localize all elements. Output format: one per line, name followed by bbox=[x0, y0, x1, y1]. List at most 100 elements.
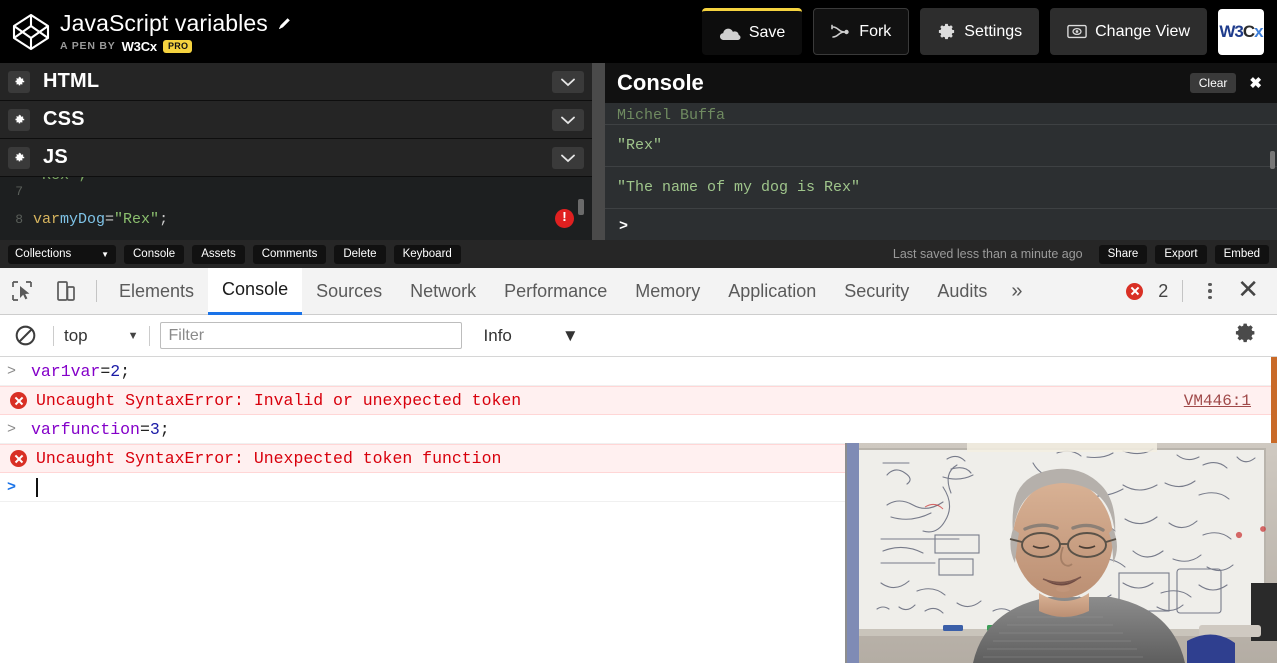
devtools-tabbar: Elements Console Sources Network Performance… bbox=[0, 267, 1277, 315]
error-circle-icon bbox=[10, 450, 27, 467]
tab-application[interactable]: Application bbox=[714, 268, 830, 315]
settings-button[interactable]: Settings bbox=[920, 8, 1040, 55]
console-input-row[interactable]: > var function = 3; bbox=[0, 415, 1277, 444]
logo-part-1: W3 bbox=[1219, 21, 1243, 41]
codepen-console-output[interactable]: Michel Buffa "Rex" "The name of my dog i… bbox=[605, 103, 1277, 240]
author-name[interactable]: W3Cx bbox=[122, 39, 158, 54]
tab-console[interactable]: Console bbox=[208, 267, 303, 315]
code-token: = bbox=[105, 210, 115, 228]
console-token: 3 bbox=[149, 419, 160, 439]
close-icon[interactable]: ✖ bbox=[1242, 72, 1269, 94]
instructor-video-overlay[interactable] bbox=[845, 443, 1277, 663]
error-circle-icon bbox=[10, 392, 27, 409]
tab-elements[interactable]: Elements bbox=[105, 268, 208, 315]
collections-label: Collections bbox=[15, 248, 72, 260]
fork-button[interactable]: Fork bbox=[813, 8, 910, 55]
clear-console-icon[interactable] bbox=[8, 324, 43, 347]
codepen-workspace: HTML CSS JS "Re bbox=[0, 63, 1277, 240]
kebab-menu-icon[interactable] bbox=[1197, 282, 1223, 300]
footer-button-console[interactable]: Console bbox=[124, 244, 185, 264]
webcam-frame bbox=[847, 443, 1277, 663]
source-link[interactable]: VM446:1 bbox=[1184, 392, 1251, 410]
editor-header-css[interactable]: CSS bbox=[0, 101, 592, 139]
footer-button-assets[interactable]: Assets bbox=[192, 244, 245, 264]
console-token: var bbox=[31, 419, 61, 439]
panel-splitter[interactable] bbox=[592, 63, 605, 240]
footer-button-delete[interactable]: Delete bbox=[334, 244, 386, 264]
console-clear-button[interactable]: Clear bbox=[1189, 73, 1237, 93]
caret-down-icon: ▼ bbox=[561, 325, 579, 345]
change-view-button-label: Change View bbox=[1095, 22, 1190, 40]
code-token: "Rex" bbox=[114, 210, 160, 228]
error-circle-icon bbox=[1126, 282, 1144, 300]
console-token: ; bbox=[159, 419, 170, 439]
console-token: 1var bbox=[60, 361, 101, 381]
tab-network[interactable]: Network bbox=[396, 268, 490, 315]
code-line[interactable]: 8 var myDog = "Rex"; bbox=[0, 205, 592, 233]
code-token: var bbox=[33, 210, 61, 228]
chevron-down-icon[interactable] bbox=[552, 109, 584, 131]
editor-header-js[interactable]: JS bbox=[0, 139, 592, 177]
gear-icon[interactable] bbox=[8, 108, 30, 131]
codepen-logo-icon[interactable] bbox=[8, 9, 54, 55]
gear-icon[interactable] bbox=[1233, 321, 1269, 350]
chevron-down-icon[interactable] bbox=[552, 71, 584, 93]
js-code-area[interactable]: "Rex"; 78var myDog = "Rex"; ! bbox=[0, 177, 592, 240]
console-token: function bbox=[60, 419, 140, 439]
share-button[interactable]: Share bbox=[1098, 244, 1148, 264]
code-clipped-text: "Rex"; bbox=[33, 177, 87, 184]
save-button[interactable]: Save bbox=[701, 8, 803, 55]
chevron-down-icon[interactable] bbox=[552, 147, 584, 169]
codepen-actions: Save Fork Settings Change View W3Cx bbox=[701, 8, 1277, 55]
editor-error-marker[interactable]: ! bbox=[555, 209, 574, 228]
tab-sources[interactable]: Sources bbox=[302, 268, 396, 315]
console-row: Michel Buffa bbox=[605, 103, 1277, 125]
inspect-cursor-icon[interactable] bbox=[0, 268, 44, 315]
console-scrollbar[interactable] bbox=[1270, 151, 1275, 169]
console-error-row[interactable]: Uncaught SyntaxError: Invalid or unexpec… bbox=[0, 386, 1277, 415]
gear-icon[interactable] bbox=[8, 70, 30, 93]
account-logo[interactable]: W3Cx bbox=[1218, 8, 1264, 55]
editor-scrollbar[interactable] bbox=[578, 199, 584, 215]
caret-down-icon: ▼ bbox=[127, 329, 139, 342]
code-token: myDog bbox=[60, 210, 106, 228]
footer-button-keyboard[interactable]: Keyboard bbox=[393, 244, 461, 264]
console-prompt-caret: > bbox=[7, 478, 17, 496]
tab-performance[interactable]: Performance bbox=[490, 268, 621, 315]
editor-header-html[interactable]: HTML bbox=[0, 63, 592, 101]
console-row: "The name of my dog is Rex" bbox=[605, 167, 1277, 209]
execution-context-dropdown[interactable]: top ▼ bbox=[64, 326, 139, 346]
embed-button[interactable]: Embed bbox=[1214, 244, 1269, 264]
editor-label-css: CSS bbox=[43, 108, 85, 130]
tab-security[interactable]: Security bbox=[830, 268, 923, 315]
chevrons-right-icon[interactable]: » bbox=[1001, 280, 1032, 303]
byline-label: A PEN BY bbox=[60, 40, 116, 52]
filterbar-divider bbox=[148, 325, 150, 346]
filter-input[interactable] bbox=[159, 322, 462, 349]
tab-audits[interactable]: Audits bbox=[923, 268, 1001, 315]
console-prompt-caret: > bbox=[7, 362, 17, 380]
fork-icon bbox=[831, 24, 851, 40]
log-level-dropdown[interactable]: Info ▼ bbox=[484, 326, 579, 346]
status-badge[interactable]: 2 bbox=[1123, 281, 1168, 302]
footer-button-comments[interactable]: Comments bbox=[252, 244, 327, 264]
change-view-button[interactable]: Change View bbox=[1050, 8, 1207, 55]
device-toolbar-icon[interactable] bbox=[44, 268, 88, 315]
gear-icon[interactable] bbox=[8, 146, 30, 169]
log-level-value: Info bbox=[483, 325, 512, 345]
console-error-text: Uncaught SyntaxError: Invalid or unexpec… bbox=[36, 391, 522, 410]
codepen-console-title: Console bbox=[617, 70, 704, 95]
line-number: 8 bbox=[15, 211, 23, 227]
export-button[interactable]: Export bbox=[1155, 244, 1207, 264]
filterbar-divider bbox=[53, 325, 54, 346]
fork-button-label: Fork bbox=[859, 22, 892, 40]
tab-memory[interactable]: Memory bbox=[621, 268, 714, 315]
console-input-row[interactable]: > var 1var = 2; bbox=[0, 357, 1277, 386]
codepen-console-prompt[interactable]: > bbox=[605, 209, 1277, 240]
console-error-text: Uncaught SyntaxError: Unexpected token f… bbox=[36, 449, 502, 468]
console-row: "Rex" bbox=[605, 125, 1277, 167]
console-filter-bar: top ▼ Info ▼ bbox=[0, 315, 1277, 357]
pencil-icon[interactable] bbox=[277, 16, 292, 31]
close-icon[interactable]: ✕ bbox=[1229, 276, 1267, 306]
collections-dropdown[interactable]: Collections ▼ bbox=[8, 244, 116, 264]
